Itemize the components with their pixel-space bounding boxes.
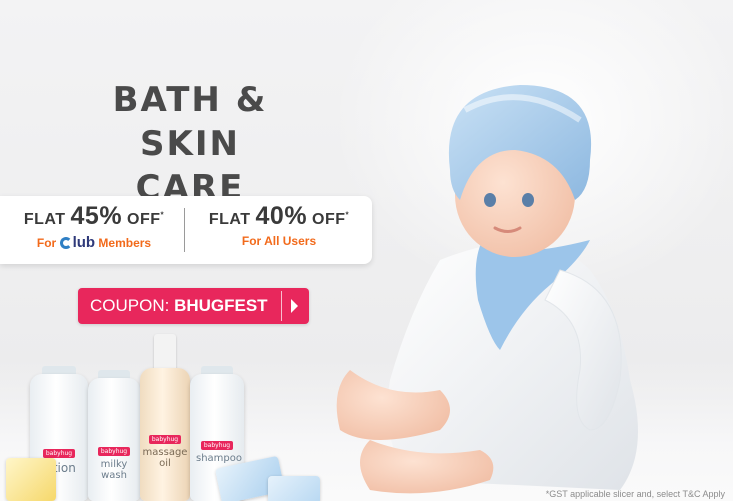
- brand-badge: babyhug: [148, 435, 182, 444]
- product-label: babyhug massage oil: [142, 426, 188, 469]
- all-users-offer: FLAT 40% OFF* For All Users: [190, 202, 368, 248]
- coupon-button[interactable]: COUPON: BHUGFEST: [78, 288, 309, 324]
- title-line-1: BATH & SKIN: [112, 80, 268, 164]
- club-brand-text: lub: [72, 234, 96, 251]
- brand-badge: babyhug: [200, 441, 234, 450]
- all-discount-percent: 40%: [255, 202, 308, 230]
- product-name: shampoo: [196, 453, 243, 464]
- offer-suffix: OFF: [122, 211, 161, 228]
- all-offer-headline: FLAT 40% OFF*: [190, 202, 368, 231]
- all-offer-subtext: For All Users: [241, 234, 317, 248]
- asterisk: *: [160, 210, 165, 220]
- club-discount-percent: 45%: [70, 202, 123, 230]
- club-offer-subtext: For lub Members: [6, 234, 182, 251]
- pump-cap: [154, 334, 176, 372]
- product-label: babyhug milky wash: [90, 438, 138, 481]
- coupon-label: COUPON:: [90, 296, 175, 315]
- club-c-icon: [59, 237, 72, 249]
- arrow-right-icon[interactable]: [281, 291, 306, 321]
- offer-suffix: OFF: [307, 211, 346, 228]
- product-massage-oil[interactable]: babyhug massage oil: [140, 334, 190, 501]
- sub-prefix: For: [36, 236, 60, 250]
- offer-prefix: FLAT: [208, 211, 256, 228]
- product-name: massage oil: [142, 447, 188, 469]
- offer-divider: [184, 208, 185, 252]
- coupon-code: BHUGFEST: [174, 296, 268, 315]
- offer-prefix: FLAT: [23, 211, 71, 228]
- asterisk: *: [345, 210, 350, 220]
- club-offer: FLAT 45% OFF* For lub Members: [6, 202, 182, 251]
- sub-suffix: Members: [95, 236, 152, 250]
- baby-in-bathrobe-image: [336, 85, 638, 494]
- brand-badge: babyhug: [42, 449, 76, 458]
- product-milky-wash[interactable]: babyhug milky wash: [88, 370, 140, 501]
- product-label: babyhug shampoo: [196, 432, 243, 464]
- soap-bar-yellow: [6, 458, 56, 501]
- terms-footnote: *GST applicable slicer and, select T&C A…: [545, 489, 725, 499]
- club-logo: lub: [59, 234, 96, 251]
- offer-card: FLAT 45% OFF* For lub Members FLAT 40% O…: [0, 196, 372, 264]
- club-offer-headline: FLAT 45% OFF*: [6, 202, 182, 231]
- product-name: milky wash: [100, 459, 128, 481]
- promo-banner[interactable]: BATH & SKIN CARE RANGE FLAT 45% OFF* For…: [0, 0, 733, 501]
- coupon-text: COUPON: BHUGFEST: [78, 296, 281, 316]
- brand-badge: babyhug: [97, 447, 131, 456]
- soap-bar-blue-2: [268, 476, 320, 501]
